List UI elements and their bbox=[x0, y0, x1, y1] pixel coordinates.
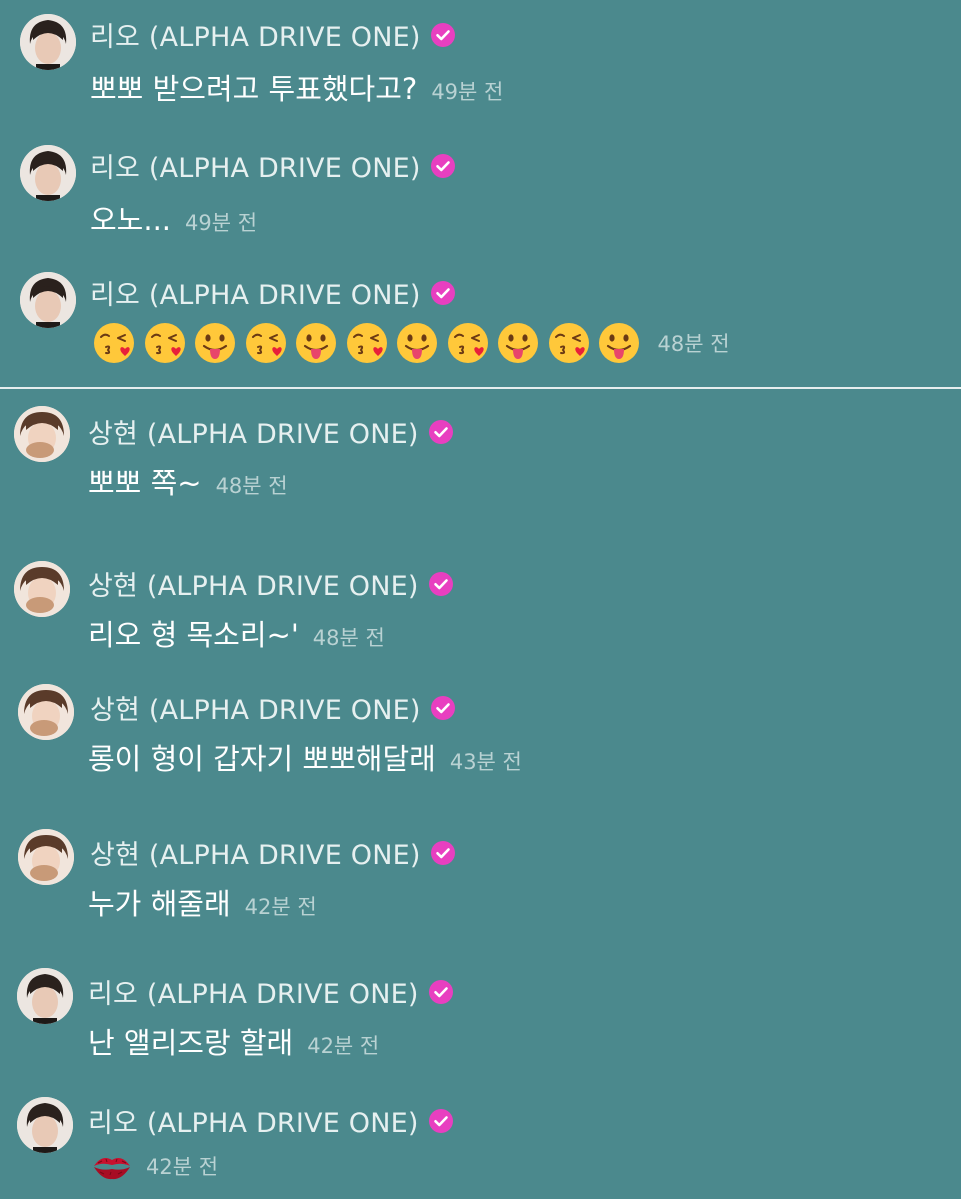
verified-badge-icon bbox=[430, 695, 455, 720]
message-text: 뽀뽀 받으려고 투표했다고? bbox=[90, 72, 418, 106]
message-text: 롱이 형이 갑자기 뽀뽀해달래 bbox=[88, 742, 436, 776]
tongue-out-emoji bbox=[397, 323, 437, 363]
message-text: 난 앨리즈랑 할래 bbox=[88, 1026, 294, 1060]
avatar[interactable] bbox=[14, 406, 70, 462]
kissing-heart-emoji bbox=[94, 323, 134, 363]
verified-badge-icon bbox=[430, 153, 455, 178]
verified-badge-icon bbox=[428, 979, 453, 1004]
kiss-mark-emoji bbox=[94, 1158, 130, 1180]
tongue-out-emoji bbox=[195, 323, 235, 363]
verified-badge-icon bbox=[430, 840, 455, 865]
avatar[interactable] bbox=[20, 272, 76, 328]
sender-name: 상현 (ALPHA DRIVE ONE) bbox=[90, 695, 421, 726]
verified-badge-icon bbox=[428, 419, 453, 444]
sender-name: 리오 (ALPHA DRIVE ONE) bbox=[90, 22, 421, 53]
kissing-heart-emoji bbox=[144, 323, 185, 363]
avatar[interactable] bbox=[18, 829, 74, 885]
timestamp: 48분 전 bbox=[215, 474, 288, 498]
timestamp: 43분 전 bbox=[449, 750, 522, 774]
avatar[interactable] bbox=[20, 145, 76, 201]
emoji-message: 48분 전 bbox=[92, 321, 730, 365]
timestamp: 49분 전 bbox=[431, 80, 504, 104]
avatar[interactable] bbox=[17, 1097, 73, 1153]
sender-name: 리오 (ALPHA DRIVE ONE) bbox=[88, 1108, 419, 1139]
message-text: 뽀뽀 쪽~ bbox=[88, 466, 202, 500]
kissing-heart-emoji bbox=[447, 323, 488, 363]
divider bbox=[0, 387, 961, 389]
message-text: 누가 해줄래 bbox=[88, 887, 231, 921]
kissing-heart-emoji bbox=[548, 323, 589, 363]
timestamp: 42분 전 bbox=[307, 1034, 380, 1058]
avatar[interactable] bbox=[20, 14, 76, 70]
message-text: 오노... bbox=[90, 203, 172, 237]
timestamp: 49분 전 bbox=[185, 211, 258, 235]
verified-badge-icon bbox=[428, 1108, 453, 1133]
verified-badge-icon bbox=[430, 22, 455, 47]
verified-badge-icon bbox=[428, 571, 453, 596]
sender-name: 리오 (ALPHA DRIVE ONE) bbox=[90, 280, 421, 311]
sender-name: 상현 (ALPHA DRIVE ONE) bbox=[88, 419, 419, 450]
timestamp: 48분 전 bbox=[312, 626, 385, 650]
verified-badge-icon bbox=[430, 280, 455, 305]
sender-name: 리오 (ALPHA DRIVE ONE) bbox=[88, 979, 419, 1010]
timestamp: 48분 전 bbox=[657, 332, 730, 356]
tongue-out-emoji bbox=[498, 323, 538, 363]
kissing-heart-emoji bbox=[346, 323, 387, 363]
sender-name: 리오 (ALPHA DRIVE ONE) bbox=[90, 153, 421, 184]
timestamp: 42분 전 bbox=[146, 1155, 219, 1179]
avatar[interactable] bbox=[17, 968, 73, 1024]
sender-name: 상현 (ALPHA DRIVE ONE) bbox=[90, 840, 421, 871]
tongue-out-emoji bbox=[296, 323, 336, 363]
avatar[interactable] bbox=[14, 561, 70, 617]
tongue-out-emoji bbox=[599, 323, 639, 363]
kissing-heart-emoji bbox=[245, 323, 286, 363]
sender-name: 상현 (ALPHA DRIVE ONE) bbox=[88, 571, 419, 602]
avatar[interactable] bbox=[18, 684, 74, 740]
timestamp: 42분 전 bbox=[244, 895, 317, 919]
message-text: 리오 형 목소리~' bbox=[88, 618, 299, 652]
